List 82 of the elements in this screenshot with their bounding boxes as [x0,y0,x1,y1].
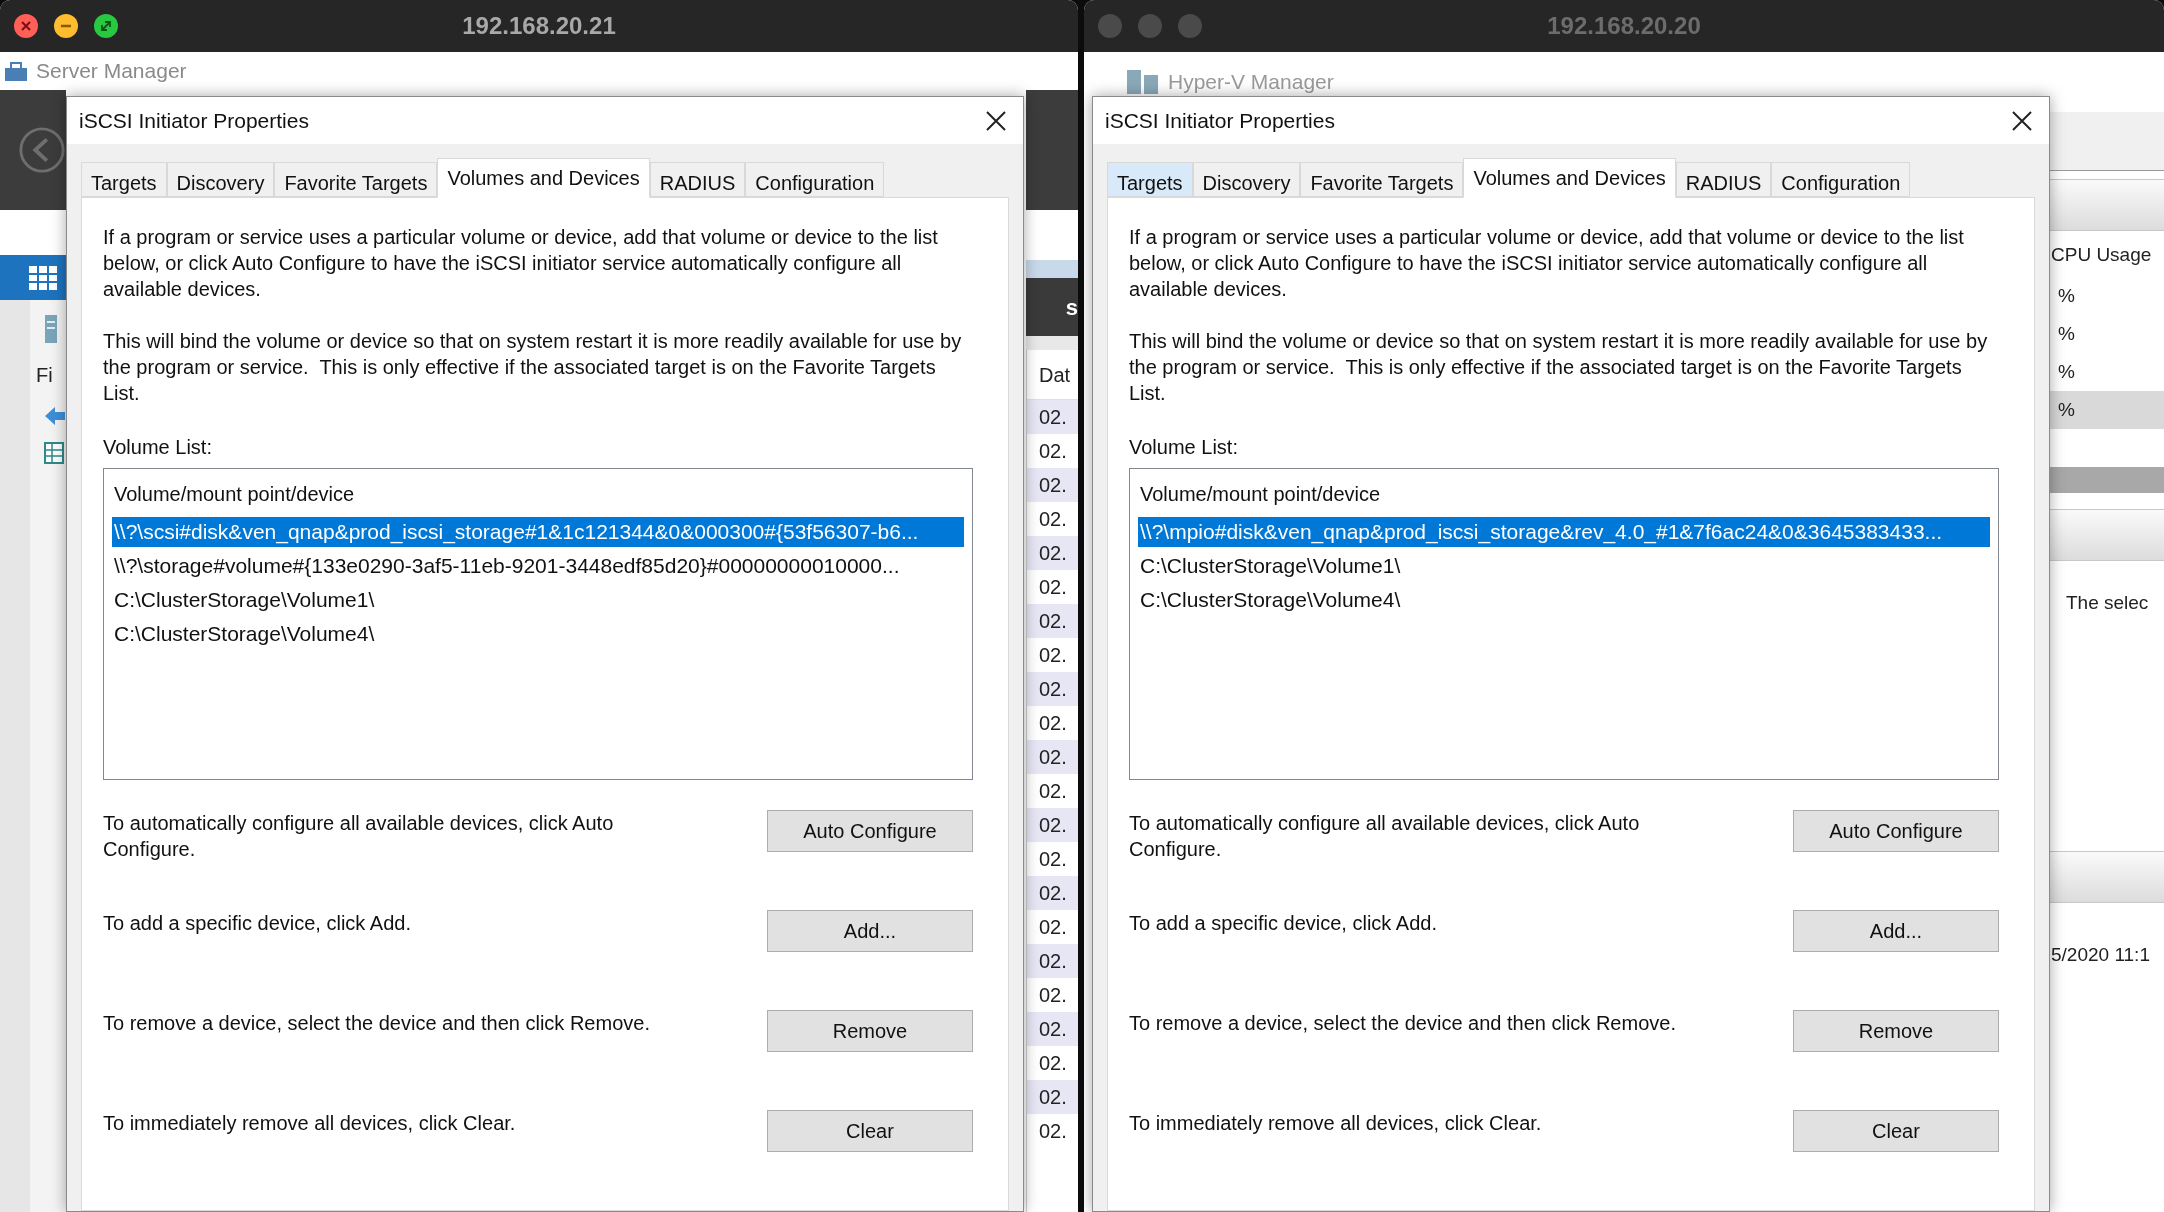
action-description: To remove a device, select the device and then click Remove. [1129,1011,1677,1036]
tab[interactable]: Targets [1107,162,1193,197]
tab[interactable]: RADIUS [1675,162,1772,197]
table-cell: % [2050,391,2164,429]
dialog-title: iSCSI Initiator Properties [79,107,309,134]
grid-icon[interactable] [28,264,58,291]
volume-row[interactable]: \\?\mpio#disk&ven_qnap&prod_iscsi_storage&rev_4.0_#1&7f6ac24&0&3645383433... [1138,517,1990,547]
app-title: Server Manager [36,58,187,85]
arrows-icon [99,19,113,33]
column-header: CPU Usage [2050,243,2153,267]
toolbox-icon [4,60,28,82]
action-button[interactable]: Auto Configure [767,810,973,852]
close-icon[interactable] [985,109,1007,132]
action-description: To immediately remove all devices, click Clear. [1129,1111,1543,1136]
tab[interactable]: Favorite Targets [1300,162,1464,197]
table-cell: 02. [1027,876,1078,910]
date-text: 5/2020 11:1 [2050,943,2151,967]
dialog-title: iSCSI Initiator Properties [1105,107,1335,134]
app-title: Hyper-V Manager [1168,69,1334,96]
action-button[interactable]: Add... [767,910,973,952]
close-icon[interactable] [2011,109,2033,132]
volume-row[interactable]: \\?\scsi#disk&ven_qnap&prod_iscsi_storage#1&1c121344&0&000300#{53f56307-b6... [112,517,964,547]
action-description: To automatically configure all available devices, click Auto Configure. [1129,811,1641,862]
pane-text: The selec [2065,591,2150,615]
action-button[interactable]: Clear [767,1110,973,1152]
tab[interactable]: Configuration [1771,162,1911,197]
server-icon[interactable] [44,314,58,344]
list-label: Volume List: [1129,435,1239,460]
action-description: To immediately remove all devices, click Clear. [103,1111,517,1136]
table-cell: 02. [1027,536,1078,570]
tab[interactable]: RADIUS [649,162,746,197]
server-icon [1126,69,1160,95]
minimize-button[interactable] [54,14,78,38]
table-cell: 02. [1027,672,1078,706]
table-cell: 02. [1027,944,1078,978]
action-button[interactable]: Clear [1793,1110,1999,1152]
section-title: s [1065,293,1078,322]
table-cell: 02. [1027,1080,1078,1114]
action-description: To add a specific device, click Add. [1129,911,1438,936]
table-cell: 02. [1027,400,1078,434]
tab[interactable]: Favorite Targets [274,162,438,197]
action-description: To remove a device, select the device and then click Remove. [103,1011,651,1036]
binding-note: This will bind the volume or device so that on system restart it is more readily available for use by the program or service. This is only effective if the associated target is on the Favorite Targets List. [1129,329,1989,406]
volume-row[interactable]: C:\ClusterStorage\Volume4\ [112,619,964,649]
volume-row[interactable]: C:\ClusterStorage\Volume1\ [112,585,964,615]
tab[interactable]: Volumes and Devices [1463,158,1676,198]
arrow-left-icon[interactable] [44,406,66,426]
volume-row[interactable]: \\?\storage#volume#{133e0290-3af5-11eb-9201-3448edf85d20}#00000000010000... [112,551,964,581]
intro-text: If a program or service uses a particular volume or device, add that volume or device to the list below, or click Auto Configure to have the iSCSI initiator service automatically configure all available devices. [103,225,939,302]
tab-strip [1026,260,1078,278]
close-icon [19,19,33,33]
intro-text: If a program or service uses a particular volume or device, add that volume or device to the list below, or click Auto Configure to have the iSCSI initiator service automatically configure all available devices. [1129,225,1965,302]
action-description: To automatically configure all available devices, click Auto Configure. [103,811,615,862]
tab[interactable]: Targets [81,162,167,197]
volume-row[interactable]: C:\ClusterStorage\Volume1\ [1138,551,1990,581]
table-cell: 02. [1027,1012,1078,1046]
zoom-button[interactable] [94,14,118,38]
volume-row[interactable]: C:\ClusterStorage\Volume4\ [1138,585,1990,615]
tab[interactable]: Discovery [1192,162,1301,197]
tab[interactable]: Configuration [745,162,885,197]
window-title: 192.168.20.21 [461,11,617,41]
tab[interactable]: Volumes and Devices [437,158,650,198]
action-button[interactable]: Remove [767,1010,973,1052]
table-cell: 02. [1027,468,1078,502]
close-button[interactable] [14,14,38,38]
table-cell: 02. [1027,808,1078,842]
grid-icon[interactable] [44,442,64,464]
column-header: Volume/mount point/device [1139,482,1382,507]
back-icon[interactable] [18,125,66,175]
column-header: Volume/mount point/device [113,482,356,507]
binding-note: This will bind the volume or device so that on system restart it is more readily available for use by the program or service. This is only effective if the associated target is on the Favorite Targets List. [103,329,963,406]
action-button[interactable]: Remove [1793,1010,1999,1052]
action-button[interactable]: Add... [1793,910,1999,952]
nav-label: Fi [36,363,53,388]
action-button[interactable]: Auto Configure [1793,810,1999,852]
action-description: To add a specific device, click Add. [103,911,412,936]
tab[interactable]: Discovery [166,162,275,197]
toolbar-strip [1026,336,1078,350]
table-cell: 02. [1027,740,1078,774]
list-label: Volume List: [103,435,213,460]
table-cell: 02. [1027,604,1078,638]
window-title: 192.168.20.20 [1546,11,1702,41]
